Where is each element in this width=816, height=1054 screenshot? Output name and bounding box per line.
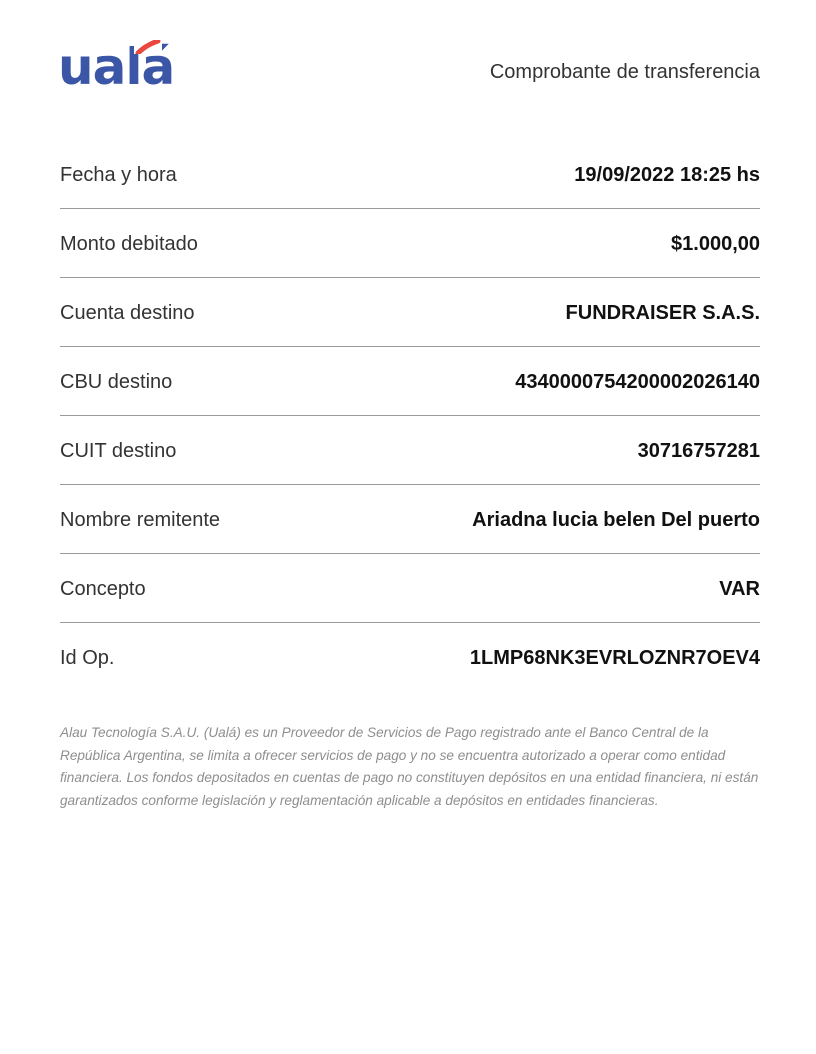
detail-value: Ariadna lucia belen Del puerto <box>472 508 760 531</box>
uala-logo: ualá <box>58 36 175 96</box>
detail-label: Monto debitado <box>60 232 198 255</box>
detail-row-monto: Monto debitado $1.000,00 <box>60 209 760 278</box>
detail-label: Nombre remitente <box>60 508 221 531</box>
detail-row-cuenta: Cuenta destino FUNDRAISER S.A.S. <box>60 278 760 347</box>
detail-value: 30716757281 <box>637 439 760 462</box>
legal-disclaimer: Alau Tecnología S.A.U. (Ualá) es un Prov… <box>60 725 759 808</box>
detail-value: 4340000754200002026140 <box>515 370 760 393</box>
detail-value: 1LMP68NK3EVRLOZNR7OEV4 <box>469 647 760 669</box>
detail-row-remitente: Nombre remitente Ariadna lucia belen Del… <box>60 485 760 554</box>
detail-value: VAR <box>719 577 760 600</box>
detail-value: FUNDRAISER S.A.S. <box>565 301 760 324</box>
detail-label: Cuenta destino <box>60 301 195 324</box>
detail-row-fecha: Fecha y hora 19/09/2022 18:25 hs <box>60 140 760 209</box>
detail-row-concepto: Concepto VAR <box>60 554 760 623</box>
detail-row-cbu: CBU destino 4340000754200002026140 <box>60 347 760 416</box>
detail-label: Fecha y hora <box>60 163 177 186</box>
detail-label: Concepto <box>60 577 146 600</box>
transfer-receipt: { "brand": { "logo_text": "ualá", "logo_… <box>0 0 816 1054</box>
detail-value: 19/09/2022 18:25 hs <box>574 163 760 186</box>
detail-value: $1.000,00 <box>671 232 760 255</box>
logo-accent-icon <box>134 40 162 54</box>
transfer-details: Fecha y hora 19/09/2022 18:25 hs Monto d… <box>60 140 760 692</box>
detail-label: CBU destino <box>60 370 173 393</box>
detail-row-id-op: Id Op. 1LMP68NK3EVRLOZNR7OEV4 <box>60 623 760 692</box>
detail-label: Id Op. <box>60 647 115 669</box>
detail-row-cuit: CUIT destino 30716757281 <box>60 416 760 485</box>
detail-label: CUIT destino <box>60 439 177 462</box>
document-title: Comprobante de transferencia <box>489 61 760 83</box>
